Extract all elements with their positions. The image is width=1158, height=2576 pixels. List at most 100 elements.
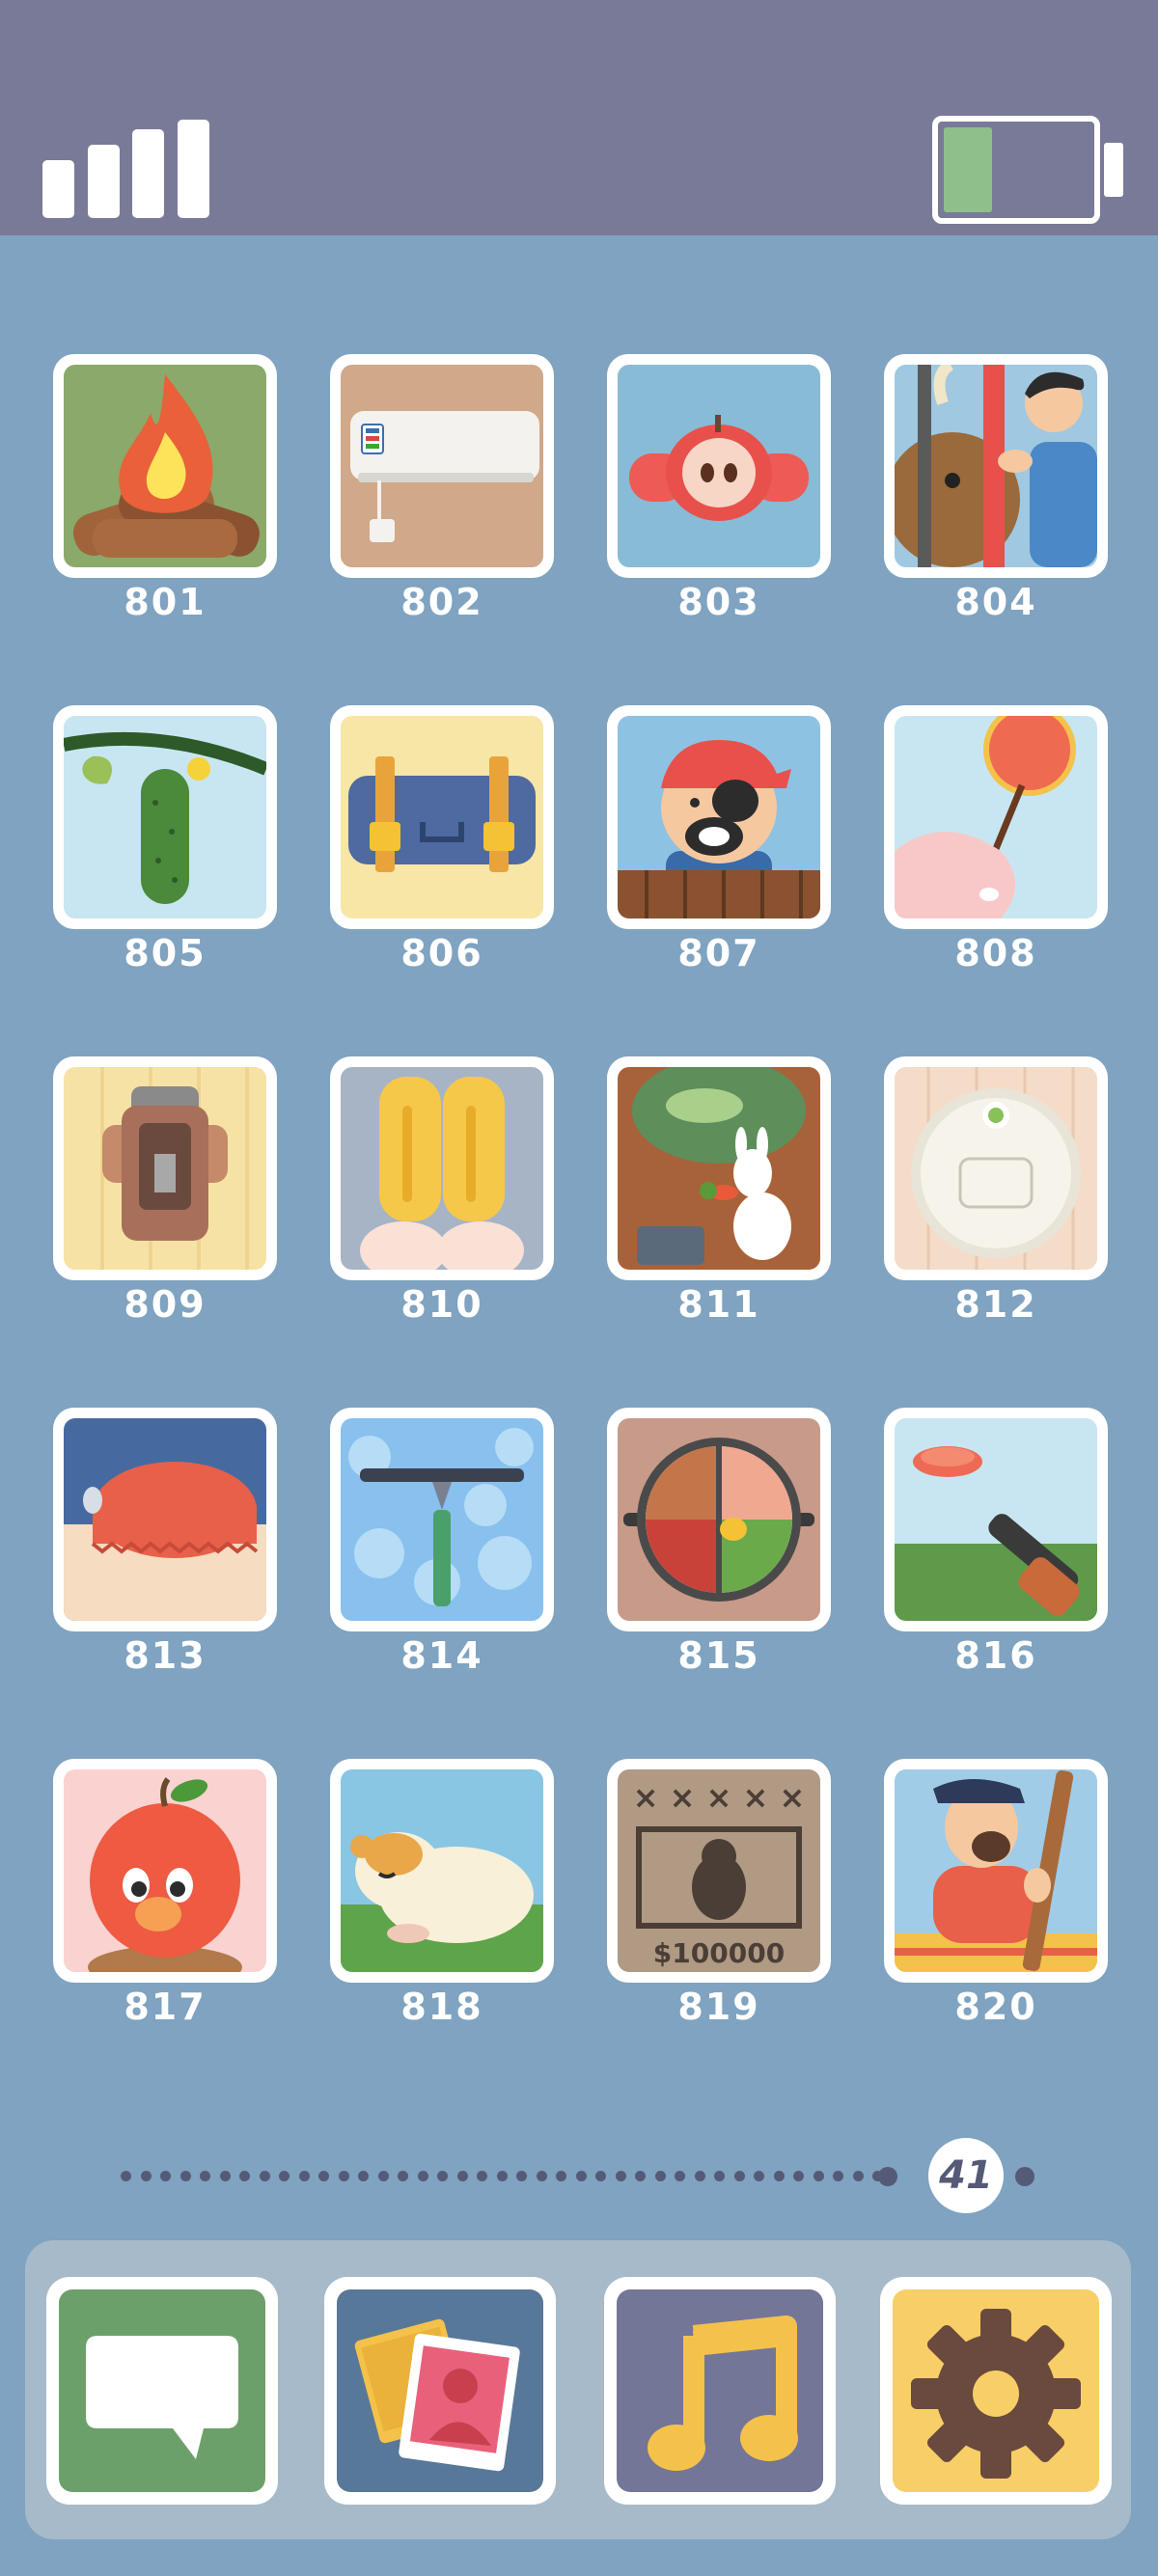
robot-vacuum-icon <box>895 1067 1097 1270</box>
level-820[interactable]: 820 <box>884 1759 1108 2029</box>
wanted-poster-icon: × × × × × $100000 <box>618 1769 820 1972</box>
page-dot <box>338 2171 349 2181</box>
level-805[interactable]: 805 <box>53 705 277 975</box>
current-page-badge: 41 <box>928 2138 1004 2213</box>
level-number: 816 <box>954 1634 1037 1677</box>
page-dot <box>259 2171 270 2181</box>
level-810[interactable]: 810 <box>330 1056 554 1327</box>
level-number: 817 <box>124 1986 207 2028</box>
page-dot <box>733 2171 745 2181</box>
level-819[interactable]: × × × × × $100000 819 <box>607 1759 831 2029</box>
sailor-at-mast-icon <box>895 1769 1097 1972</box>
pirate-icon <box>618 716 820 918</box>
page-dot <box>219 2171 231 2181</box>
level-number: 807 <box>677 932 760 974</box>
level-number: 813 <box>124 1634 207 1677</box>
page-dot <box>377 2171 389 2181</box>
level-number: 819 <box>677 1986 760 2028</box>
jar-lid-icon <box>64 1418 266 1621</box>
level-809[interactable]: 809 <box>53 1056 277 1327</box>
bunny-in-hole-icon <box>618 1067 820 1270</box>
page-dot <box>516 2171 527 2181</box>
messages-button[interactable] <box>46 2277 278 2505</box>
page-dot <box>654 2171 666 2181</box>
level-number: 803 <box>677 581 760 623</box>
music-note-icon <box>617 2289 823 2492</box>
campfire-icon <box>64 365 266 567</box>
page-dot <box>773 2171 785 2181</box>
page-dot <box>398 2171 408 2181</box>
page-dot <box>160 2171 171 2181</box>
window-squeegee-icon <box>341 1418 543 1621</box>
page-dot <box>121 2171 131 2181</box>
photos-button[interactable] <box>324 2277 556 2505</box>
level-807[interactable]: 807 <box>607 705 831 975</box>
page-dot <box>179 2171 191 2181</box>
level-number: 815 <box>677 1634 760 1677</box>
level-812[interactable]: 812 <box>884 1056 1108 1327</box>
level-number: 806 <box>400 932 483 974</box>
vending-box-icon <box>64 1067 266 1270</box>
settings-button[interactable] <box>880 2277 1112 2505</box>
svg-text:× × × × ×: × × × × × <box>633 1779 806 1816</box>
page-dot <box>496 2171 508 2181</box>
suitcase-icon <box>341 716 543 918</box>
level-815[interactable]: 815 <box>607 1408 831 1678</box>
level-817[interactable]: 817 <box>53 1759 277 2029</box>
bull-behind-bars-icon <box>895 365 1097 567</box>
cucumber-on-vine-icon <box>64 716 266 918</box>
dock <box>25 2240 1131 2539</box>
hand-with-balloon-icon <box>895 716 1097 918</box>
level-number: 802 <box>400 581 483 623</box>
level-number: 801 <box>124 581 207 623</box>
page-dot <box>298 2171 310 2181</box>
page-dot <box>279 2171 290 2181</box>
level-818[interactable]: 818 <box>330 1759 554 2029</box>
page-dot <box>477 2171 487 2181</box>
level-816[interactable]: 816 <box>884 1408 1108 1678</box>
page-dot <box>615 2171 626 2181</box>
level-number: 811 <box>677 1283 760 1326</box>
level-806[interactable]: 806 <box>330 705 554 975</box>
level-number: 818 <box>400 1986 483 2028</box>
page-dot <box>872 2171 883 2181</box>
level-811[interactable]: 811 <box>607 1056 831 1327</box>
svg-text:$100000: $100000 <box>653 1937 785 1969</box>
page-dot <box>140 2171 152 2181</box>
page-dot <box>200 2171 210 2181</box>
page-dot <box>556 2171 566 2181</box>
settings-gear-icon <box>893 2289 1099 2492</box>
level-803[interactable]: 803 <box>607 354 831 624</box>
level-number: 814 <box>400 1634 483 1677</box>
page-dot <box>536 2171 547 2181</box>
page-dot-next[interactable] <box>1015 2167 1034 2186</box>
level-814[interactable]: 814 <box>330 1408 554 1678</box>
level-804[interactable]: 804 <box>884 354 1108 624</box>
level-number: 805 <box>124 932 207 974</box>
page-dot <box>694 2171 705 2181</box>
page-dot <box>635 2171 646 2181</box>
level-802[interactable]: 802 <box>330 354 554 624</box>
music-button[interactable] <box>604 2277 836 2505</box>
level-808[interactable]: 808 <box>884 705 1108 975</box>
level-number: 810 <box>400 1283 483 1326</box>
level-number: 808 <box>954 932 1037 974</box>
page-dot <box>793 2171 804 2181</box>
level-number: 820 <box>954 1986 1037 2028</box>
apple-mole-icon <box>64 1769 266 1972</box>
page-dot <box>239 2171 250 2181</box>
air-conditioner-icon <box>341 365 543 567</box>
level-number: 809 <box>124 1283 207 1326</box>
clay-pigeon-shotgun-icon <box>895 1418 1097 1621</box>
level-801[interactable]: 801 <box>53 354 277 624</box>
page-dot <box>714 2171 725 2181</box>
page-dot <box>852 2171 864 2181</box>
page-dot <box>437 2171 448 2181</box>
level-number: 812 <box>954 1283 1037 1326</box>
page-dot <box>417 2171 428 2181</box>
hot-pot-icon <box>618 1418 820 1621</box>
popsicles-icon <box>341 1067 543 1270</box>
apple-with-earmuffs-icon <box>618 365 820 567</box>
level-813[interactable]: 813 <box>53 1408 277 1678</box>
page-dot <box>575 2171 587 2181</box>
